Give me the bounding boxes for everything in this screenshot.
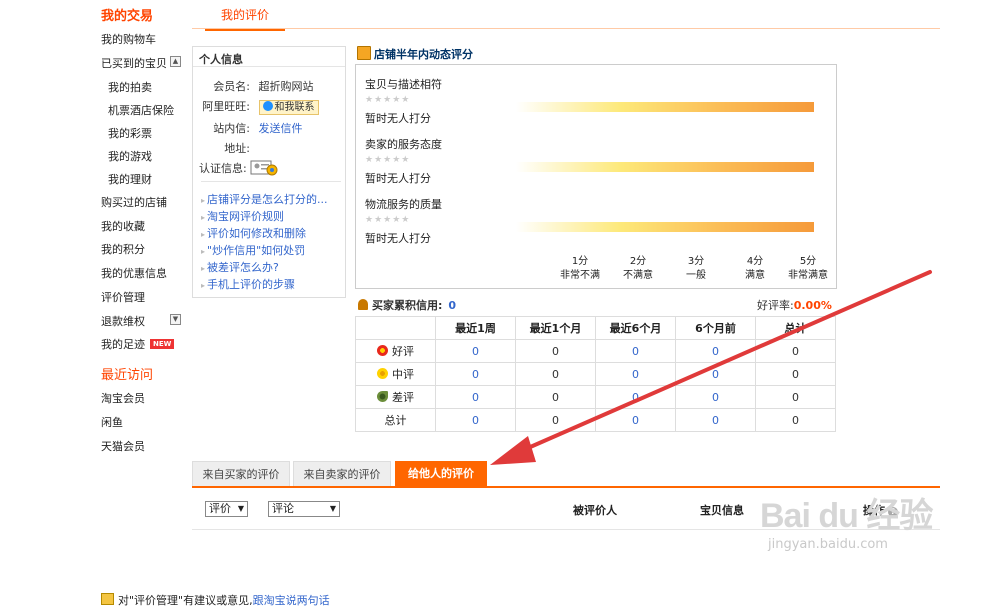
annotation-arrow-icon bbox=[490, 270, 932, 465]
